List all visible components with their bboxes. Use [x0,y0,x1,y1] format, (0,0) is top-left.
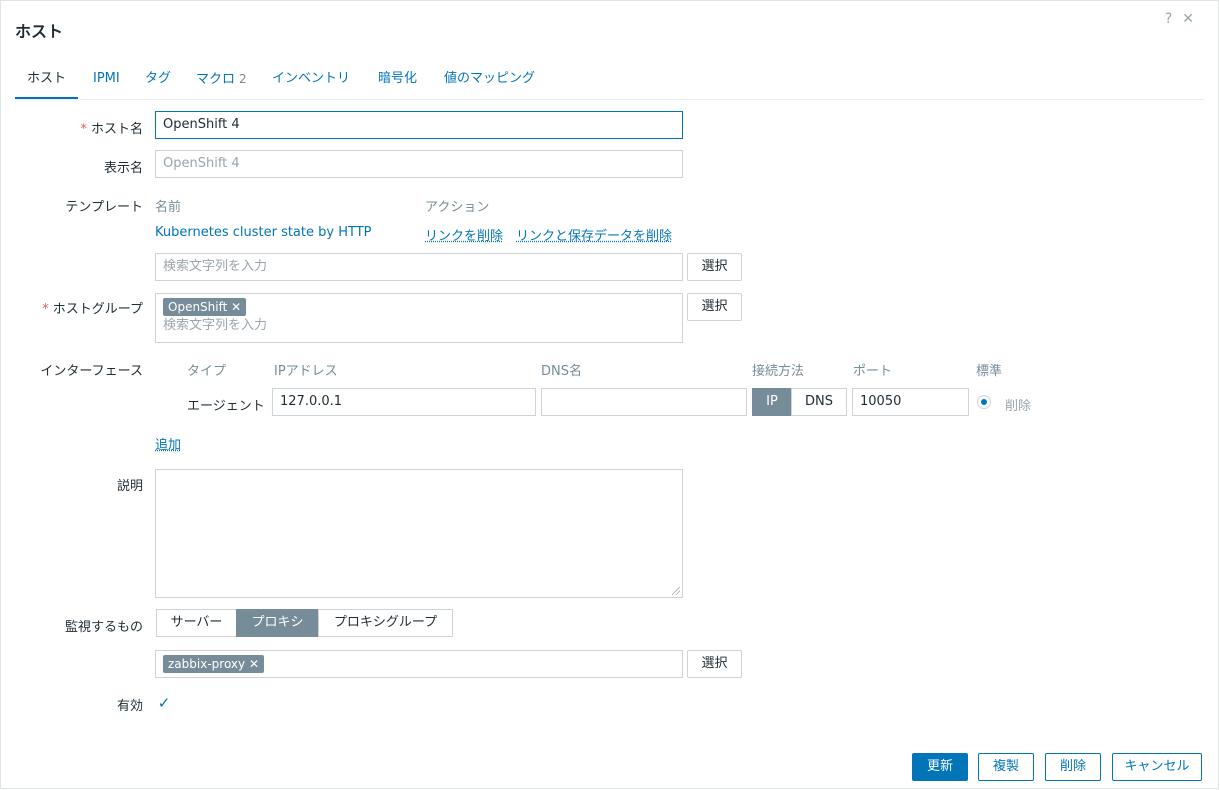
chip-remove-icon[interactable]: ✕ [231,300,241,314]
iface-port-header: ポート [853,364,893,379]
visible-name-placeholder: OpenShift 4 [163,156,240,171]
monitored-by-label: 監視するもの [64,620,143,635]
iface-remove-link[interactable]: 削除 [1005,395,1031,414]
default-interface-radio[interactable] [977,395,991,409]
tab-tags[interactable]: タグ [145,69,171,97]
connect-ip-toggle[interactable]: IP [752,388,792,416]
iface-port-input[interactable]: 10050 [852,388,969,416]
template-select-button[interactable]: 選択 [687,253,742,281]
interfaces-label: インターフェース [40,364,143,379]
hostname-label: * ホスト名 [80,118,143,137]
hostname-input[interactable]: OpenShift 4 [155,111,683,139]
required-mark: * [42,302,49,317]
monitored-by-proxy-group[interactable]: プロキシグループ [318,609,453,637]
dialog-title: ホスト [15,22,64,41]
host-group-search-placeholder: 検索文字列を入力 [163,318,268,333]
iface-type-agent: エージェント [187,399,265,414]
cancel-button[interactable]: キャンセル [1112,753,1202,781]
template-search-input[interactable]: 検索文字列を入力 [155,253,683,281]
iface-dns-input[interactable] [541,388,747,416]
proxy-chip-label: zabbix-proxy [168,657,246,671]
required-mark: * [80,122,87,137]
iface-ip-header: IPアドレス [274,364,338,379]
unlink-template-link[interactable]: リンクを削除 [425,225,503,244]
host-groups-multiselect[interactable]: OpenShift ✕ 検索文字列を入力 [155,293,683,343]
host-group-chip-label: OpenShift [168,300,228,314]
templates-name-header: 名前 [155,200,182,215]
iface-connect-header: 接続方法 [752,364,805,379]
tab-macros[interactable]: マクロ 2 [196,69,247,97]
proxy-multiselect[interactable]: zabbix-proxy ✕ [155,650,683,678]
unlink-and-clear-link[interactable]: リンクと保存データを削除 [516,225,672,244]
iface-ip-input[interactable]: 127.0.0.1 [272,388,536,416]
iface-dns-header: DNS名 [541,364,582,379]
tab-encryption[interactable]: 暗号化 [378,69,417,97]
delete-button[interactable]: 削除 [1045,753,1101,781]
tab-bar: ホスト IPMI タグ マクロ 2 インベントリ 暗号化 値のマッピング [15,69,1204,100]
templates-label: テンプレート [65,200,143,215]
chip-remove-icon[interactable]: ✕ [249,657,259,671]
host-groups-label-text: ホストグループ [52,302,143,317]
enabled-label: 有効 [116,699,143,714]
resize-grip-icon[interactable] [672,587,680,595]
help-icon[interactable]: ? [1165,11,1182,27]
template-search-placeholder: 検索文字列を入力 [163,259,268,274]
iface-type-header: タイプ [187,364,227,379]
dialog-header-icons: ?✕ [1165,11,1204,27]
add-interface-link[interactable]: 追加 [155,434,181,453]
visible-name-label: 表示名 [103,161,143,176]
enabled-checkbox[interactable]: ✓ [156,695,172,711]
tab-host[interactable]: ホスト [15,69,79,99]
templates-action-header: アクション [425,200,490,215]
proxy-select-button[interactable]: 選択 [687,650,742,678]
hostname-label-text: ホスト名 [90,122,143,137]
monitored-by-proxy[interactable]: プロキシ [236,609,319,637]
update-button[interactable]: 更新 [912,753,968,781]
description-textarea[interactable] [155,469,683,598]
visible-name-input[interactable]: OpenShift 4 [155,150,683,178]
host-dialog: ホスト ?✕ ホスト IPMI タグ マクロ 2 インベントリ 暗号化 値のマッピ… [0,0,1219,789]
host-groups-label: * ホストグループ [42,298,143,317]
host-group-select-button[interactable]: 選択 [687,293,742,321]
monitored-by-server[interactable]: サーバー [156,609,237,637]
tab-inventory[interactable]: インベントリ [272,69,350,97]
tab-value-mapping[interactable]: 値のマッピング [444,69,535,97]
tab-ipmi[interactable]: IPMI [93,69,120,97]
description-label: 説明 [116,479,143,494]
iface-default-header: 標準 [976,364,1003,379]
close-icon[interactable]: ✕ [1182,11,1204,27]
tab-macros-label: マクロ [196,72,236,87]
host-group-chip: OpenShift ✕ [163,298,247,316]
tab-macros-count: 2 [239,72,247,86]
proxy-chip: zabbix-proxy ✕ [163,655,265,673]
connect-dns-toggle[interactable]: DNS [791,388,847,416]
clone-button[interactable]: 複製 [978,753,1034,781]
linked-template-name[interactable]: Kubernetes cluster state by HTTP [155,225,371,240]
